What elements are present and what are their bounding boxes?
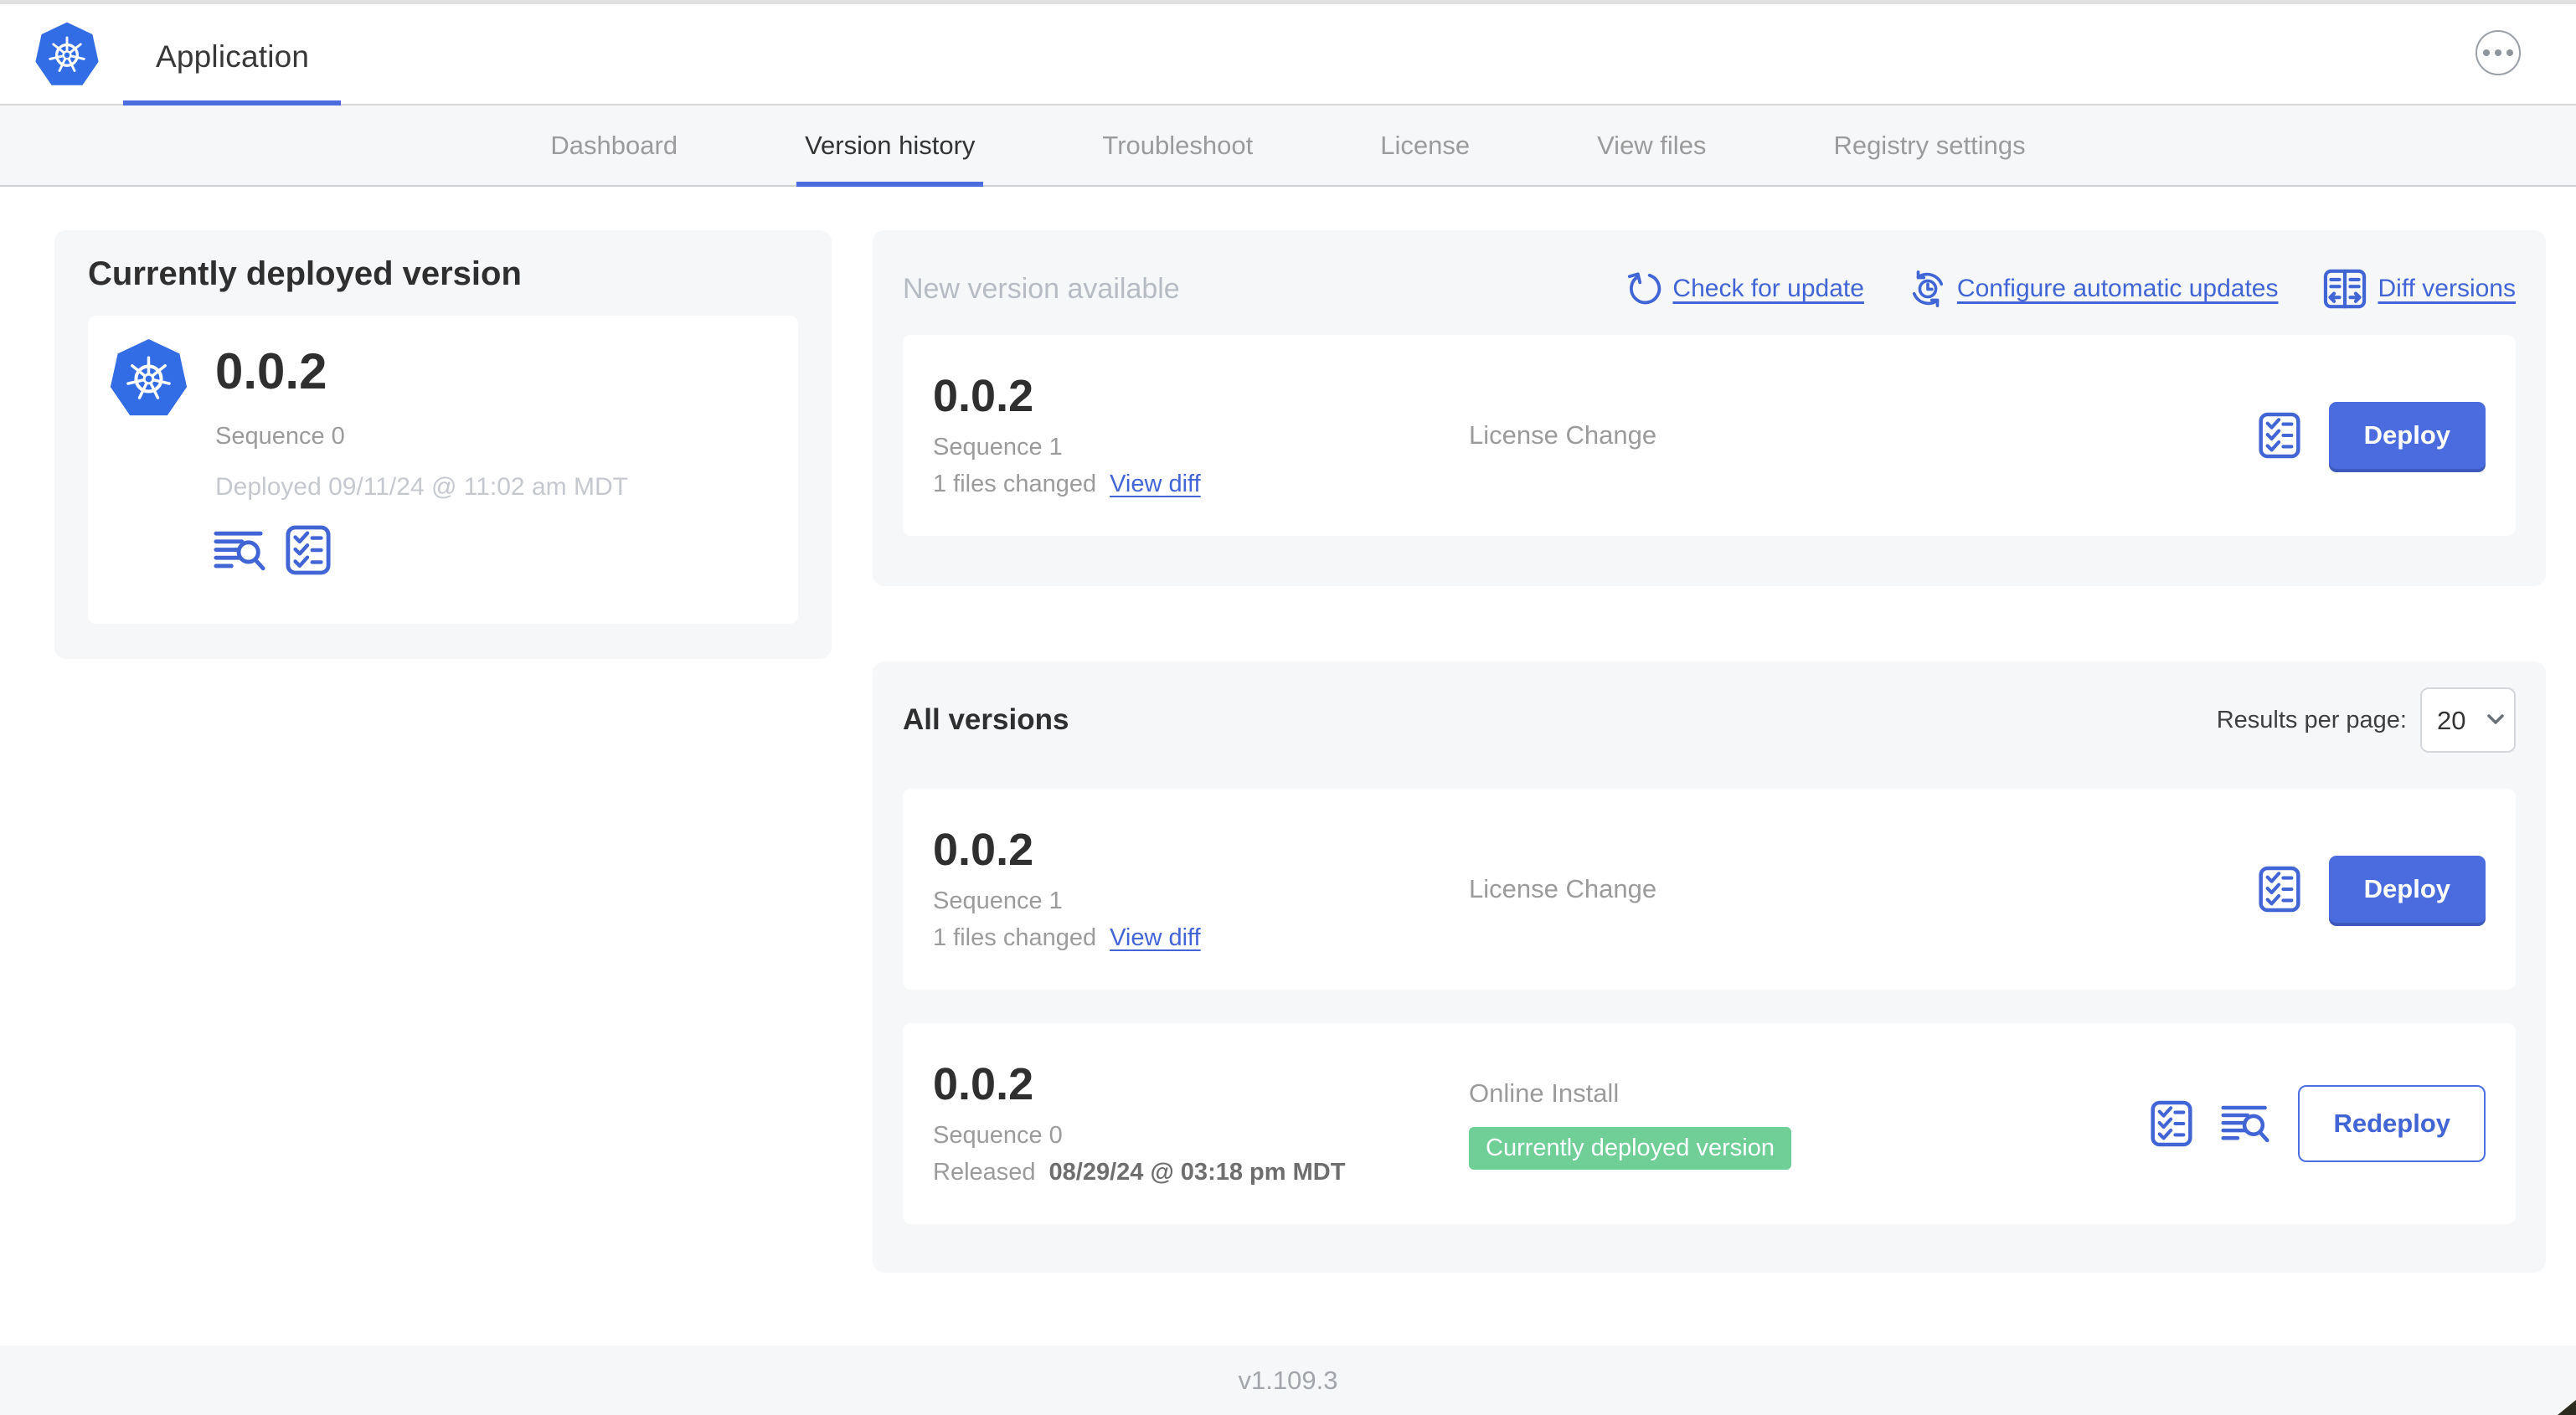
all-versions-title: All versions <box>903 703 1069 736</box>
new-version-panel: New version available Check for update C… <box>873 230 2546 586</box>
preflight-checks-icon[interactable] <box>2259 866 2300 913</box>
all-versions-panel: All versions Results per page: 20 0.0.2 … <box>873 661 2546 1273</box>
app-tab[interactable]: Application <box>156 39 309 75</box>
preflight-checks-icon[interactable] <box>286 525 331 575</box>
app-header: Application <box>0 4 2576 105</box>
version-number: 0.0.2 <box>933 370 1034 421</box>
deployed-sequence: Sequence 0 <box>215 423 345 450</box>
version-source: License Change <box>1469 420 1657 450</box>
files-changed-label: 1 files changed <box>933 924 1097 952</box>
new-version-title: New version available <box>903 272 1180 305</box>
version-sequence: Sequence 0 <box>933 1122 1063 1150</box>
results-per-page-select[interactable]: 20 <box>2420 687 2516 753</box>
tab-license[interactable]: License <box>1316 105 1533 185</box>
currently-deployed-badge: Currently deployed version <box>1469 1126 1791 1170</box>
more-menu-button[interactable] <box>2476 30 2521 75</box>
preflight-checks-icon[interactable] <box>2259 412 2300 459</box>
check-for-update-link[interactable]: Check for update <box>1626 271 1864 306</box>
configure-automatic-updates-link[interactable]: Configure automatic updates <box>1909 270 2278 307</box>
preflight-checks-icon[interactable] <box>2151 1100 2192 1147</box>
version-number: 0.0.2 <box>933 824 1034 875</box>
version-sequence: Sequence 1 <box>933 434 1063 461</box>
version-row: 0.0.2 Sequence 0 Released 08/29/24 @ 03:… <box>903 1023 2516 1224</box>
view-logs-icon[interactable] <box>2221 1104 2269 1144</box>
app-subnav: Dashboard Version history Troubleshoot L… <box>0 105 2576 187</box>
tab-version-history[interactable]: Version history <box>741 105 1038 187</box>
deploy-button[interactable]: Deploy <box>2328 856 2486 923</box>
version-row: 0.0.2 Sequence 1 1 files changed View di… <box>903 789 2516 990</box>
page: Application Dashboard Version history Tr… <box>0 0 2576 1415</box>
tab-dashboard[interactable]: Dashboard <box>487 105 741 185</box>
tab-troubleshoot[interactable]: Troubleshoot <box>1038 105 1316 185</box>
currently-deployed-panel: Currently deployed version 0.0.2 Sequenc… <box>54 230 832 659</box>
version-sequence: Sequence 1 <box>933 888 1063 915</box>
results-per-page-label: Results per page: <box>2216 706 2407 733</box>
results-per-page-select-wrap: 20 <box>2420 687 2516 753</box>
cursor-artifact <box>2558 1400 2576 1415</box>
view-logs-icon[interactable] <box>214 529 265 572</box>
clock-sync-icon <box>1912 270 1943 307</box>
diff-versions-link[interactable]: Diff versions <box>2323 269 2516 309</box>
released-label: Released <box>933 1159 1036 1186</box>
refresh-icon <box>1628 272 1662 305</box>
view-diff-link[interactable]: View diff <box>1110 924 1201 952</box>
app-footer: v1.109.3 <box>0 1346 2576 1415</box>
view-diff-link[interactable]: View diff <box>1110 471 1201 498</box>
tab-view-files[interactable]: View files <box>1533 105 1770 185</box>
main-content: Currently deployed version 0.0.2 Sequenc… <box>0 187 2576 1346</box>
kubernetes-app-icon <box>108 337 189 419</box>
console-version: v1.109.3 <box>1238 1365 1338 1395</box>
new-version-card: 0.0.2 Sequence 1 1 files changed View di… <box>903 335 2516 536</box>
deployed-version-number: 0.0.2 <box>215 343 327 399</box>
deployed-version-card: 0.0.2 Sequence 0 Deployed 09/11/24 @ 11:… <box>88 316 798 624</box>
ellipsis-icon <box>2483 49 2490 56</box>
redeploy-button[interactable]: Redeploy <box>2298 1085 2486 1162</box>
version-number: 0.0.2 <box>933 1058 1034 1109</box>
deploy-button[interactable]: Deploy <box>2328 402 2486 469</box>
tab-registry-settings[interactable]: Registry settings <box>1770 105 2089 185</box>
kubernetes-logo-icon <box>33 21 100 87</box>
currently-deployed-title: Currently deployed version <box>88 255 522 292</box>
deployed-timestamp: Deployed 09/11/24 @ 11:02 am MDT <box>215 473 628 501</box>
version-source: Online Install <box>1469 1078 1620 1108</box>
version-source: License Change <box>1469 874 1657 903</box>
files-changed-label: 1 files changed <box>933 471 1097 498</box>
diff-columns-icon <box>2323 269 2367 309</box>
released-timestamp: 08/29/24 @ 03:18 pm MDT <box>1048 1159 1346 1186</box>
